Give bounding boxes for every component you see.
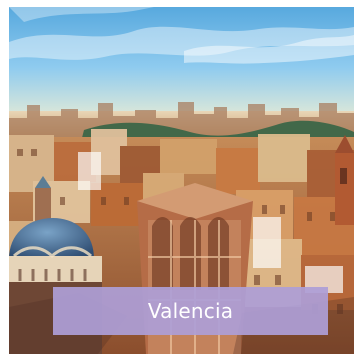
destination-card[interactable]: Valencia	[0, 0, 356, 359]
destination-title[interactable]: Valencia	[53, 287, 328, 335]
